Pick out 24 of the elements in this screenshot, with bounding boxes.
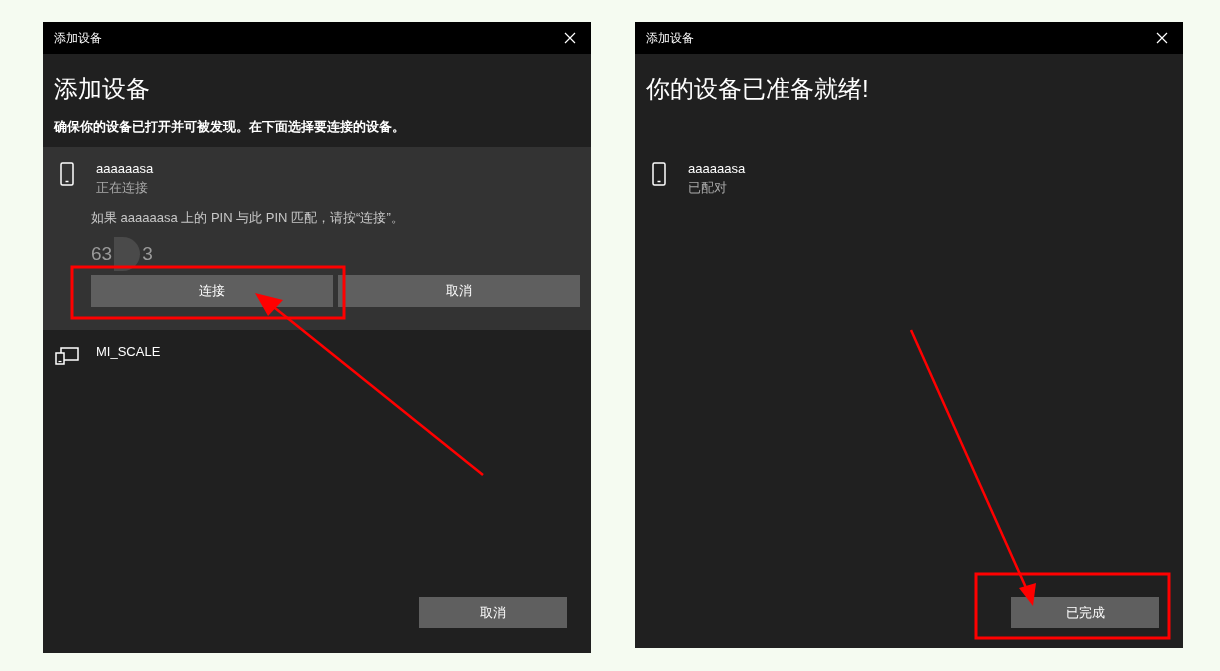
device-status: 正在连接	[96, 179, 149, 197]
window-title: 添加设备	[54, 30, 102, 47]
device-name[interactable]: MI_SCALE	[96, 343, 161, 361]
dialog-button[interactable]: 连接	[91, 275, 333, 307]
device-name[interactable]: aaaaaasa	[688, 160, 746, 178]
close-icon[interactable]	[1154, 30, 1170, 46]
dialog-button[interactable]: 取消	[338, 275, 580, 307]
monitor-phone-icon	[54, 347, 80, 365]
obscuring-mark	[114, 237, 141, 271]
instruction-text: 确保你的设备已打开并可被发现。在下面选择要连接的设备。	[52, 118, 406, 136]
device-status: 已配对	[688, 179, 728, 197]
pin-prompt: 如果 aaaaaasa 上的 PIN 与此 PIN 匹配，请按“连接”。	[91, 209, 405, 227]
device-item[interactable]: aaaaaasa 已配对	[635, 147, 1183, 207]
footer-button[interactable]: 已完成	[1011, 597, 1159, 628]
footer-button[interactable]: 取消	[419, 597, 567, 628]
pin-code: 63	[91, 242, 113, 266]
dialog-heading: 你的设备已准备就绪!	[645, 74, 870, 104]
device-panel[interactable]: aaaaaasa 正在连接 如果 aaaaaasa 上的 PIN 与此 PIN 匹配，请按“连接”。 63 3 连接 取消	[43, 147, 591, 330]
close-icon[interactable]	[562, 30, 578, 46]
device-item[interactable]: MI_SCALE	[43, 330, 591, 375]
dialog-heading: 添加设备	[53, 74, 151, 104]
device-name[interactable]: aaaaaasa	[96, 160, 154, 178]
window-title: 添加设备	[646, 30, 694, 47]
pin-code: 3	[142, 242, 153, 266]
